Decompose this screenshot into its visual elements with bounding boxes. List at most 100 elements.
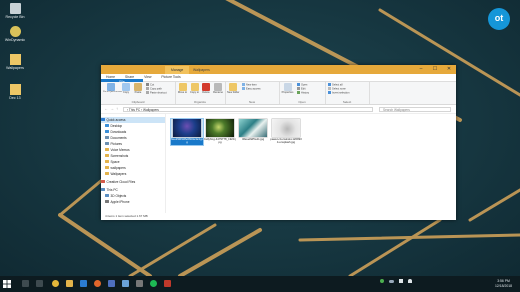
settings-icon[interactable] — [136, 280, 143, 287]
open-icon — [297, 83, 300, 86]
file-item[interactable]: bullyfrog-4479778_1920.jpg — [204, 119, 236, 145]
select-all-icon — [328, 83, 331, 86]
button-label: Rename — [213, 91, 223, 94]
file-item[interactable]: r0lavel9d5w11.jpg — [237, 119, 269, 141]
copy-icon — [122, 83, 130, 91]
copy-button[interactable]: Copy — [121, 83, 131, 94]
button-label: Move to — [177, 91, 188, 94]
task-view-icon[interactable] — [36, 280, 43, 287]
nav-label: Pictures — [110, 142, 123, 146]
move-to-button[interactable]: Move to — [177, 83, 188, 94]
app-icon — [9, 26, 21, 37]
chrome-icon[interactable] — [52, 280, 59, 287]
window-controls: – ☐ ✕ — [414, 65, 456, 74]
new-folder-button[interactable]: New folder — [227, 83, 239, 94]
desktop-icon-wallpapers[interactable]: Wallpapers — [2, 54, 28, 70]
close-button[interactable]: ✕ — [442, 65, 456, 74]
nav-item-wallpapers[interactable]: Wallpapers — [101, 171, 169, 177]
select-none-icon — [328, 87, 331, 90]
title-bar[interactable]: Manage Wallpapers – ☐ ✕ — [101, 65, 456, 74]
up-arrow-icon[interactable]: ↑ — [116, 105, 118, 113]
history-button[interactable]: History — [297, 91, 309, 95]
new-item-icon — [242, 83, 245, 86]
invert-selection-icon — [328, 91, 331, 94]
folder-icon — [9, 84, 21, 95]
onedrive-icon[interactable] — [388, 280, 394, 283]
copy-to-button[interactable]: Copy to — [189, 83, 200, 94]
nav-label: Downloads — [110, 130, 127, 134]
nav-label: This PC — [106, 188, 118, 192]
button-label: History — [301, 91, 310, 95]
invert-selection-button[interactable]: Invert selection — [328, 91, 349, 95]
folder-icon — [105, 166, 109, 170]
forward-arrow-icon[interactable]: → — [110, 105, 114, 113]
paste-button[interactable]: Paste — [133, 83, 143, 94]
file-item[interactable]: 6ee29fd9d8e06b0e3e3.jpg — [170, 118, 204, 146]
wifi-icon[interactable] — [407, 279, 412, 283]
spotify-icon[interactable] — [150, 280, 157, 287]
file-item[interactable]: pawel-czerwinski-1209934-unsplash.jpg — [270, 119, 302, 145]
nav-label: wallpapers — [110, 166, 126, 170]
file-explorer-window: Manage Wallpapers – ☐ ✕ File Home Share … — [101, 65, 456, 220]
mail-icon[interactable] — [80, 280, 87, 287]
nav-label: Documents — [110, 136, 127, 140]
star-icon — [101, 118, 105, 122]
tray-icons[interactable] — [380, 279, 412, 284]
button-label: Paste shortcut — [150, 91, 167, 95]
desktop: Recycle Bin WinDynamic Wallpapers Dec 13… — [0, 0, 520, 276]
search-icon[interactable] — [22, 280, 29, 287]
window-title: Wallpapers — [193, 68, 210, 72]
copy-to-icon — [190, 83, 199, 91]
button-label: Invert selection — [332, 91, 350, 95]
maximize-button[interactable]: ☐ — [428, 65, 442, 74]
desktop-icon-label: Recycle Bin — [5, 15, 25, 19]
file-explorer-icon[interactable] — [66, 280, 73, 287]
desktop-icon-recycle-bin[interactable]: Recycle Bin — [2, 3, 28, 19]
rename-icon — [214, 83, 222, 91]
recycle-bin-icon — [9, 3, 21, 14]
paste-shortcut-button[interactable]: Paste shortcut — [146, 91, 167, 95]
rename-button[interactable]: Rename — [212, 83, 224, 94]
photos-icon[interactable] — [122, 280, 129, 287]
back-arrow-icon[interactable]: ← — [104, 105, 108, 113]
properties-button[interactable]: Properties — [281, 83, 294, 94]
search-input[interactable]: Search Wallpapers — [379, 106, 451, 112]
brand-logo: ot — [488, 8, 510, 30]
image-thumbnail — [206, 119, 234, 137]
context-tab-manage[interactable]: Manage — [165, 66, 190, 74]
status-bar: 4 items 1 item selected 1.67 MB — [101, 213, 456, 220]
move-to-icon — [178, 83, 187, 91]
desktop-icon-label: Wallpapers — [6, 66, 24, 70]
minimize-button[interactable]: – — [414, 65, 428, 74]
desktop-icon-app[interactable]: WinDynamic — [2, 26, 28, 42]
volume-icon[interactable] — [398, 279, 403, 283]
cube-icon — [105, 194, 109, 198]
nav-item-apple-iphone[interactable]: Apple iPhone — [101, 199, 169, 205]
button-label: Paste — [134, 91, 142, 94]
firefox-icon[interactable] — [94, 280, 101, 287]
nav-item-creative-cloud[interactable]: Creative Cloud Files — [101, 179, 165, 185]
button-label: New folder — [227, 91, 240, 94]
file-name: pawel-czerwinski-1209934-unsplash.jpg — [270, 137, 302, 145]
clock[interactable]: 3:56 PM 12/18/2018 — [495, 279, 512, 288]
network-icon[interactable] — [380, 279, 384, 283]
app-icon[interactable] — [164, 280, 171, 287]
folder-icon — [105, 154, 109, 158]
image-thumbnail — [272, 119, 300, 137]
desktop-icon-dec13[interactable]: Dec 13 — [2, 84, 28, 100]
button-label: Copy to — [190, 91, 199, 94]
start-icon[interactable] — [3, 280, 11, 288]
folder-icon — [105, 172, 109, 176]
pin-icon — [107, 83, 115, 91]
tab-picture-tools[interactable]: Picture Tools — [156, 74, 185, 81]
pin-quick-access-button[interactable]: Pin to Quick access — [103, 83, 122, 94]
delete-button[interactable]: Delete — [201, 83, 211, 94]
button-label: Easy access — [246, 87, 261, 91]
store-icon[interactable] — [108, 280, 115, 287]
file-list: 6ee29fd9d8e06b0e3e3.jpg bullyfrog-447977… — [167, 114, 454, 213]
easy-access-button[interactable]: Easy access — [242, 87, 261, 91]
ribbon-tabs: File Home Share View Picture Tools — [101, 74, 456, 86]
paste-shortcut-icon — [146, 91, 149, 94]
address-bar[interactable]: › This PC › Wallpapers — [123, 106, 373, 112]
ribbon-group-clipboard: Pin to Quick access Copy Paste Cut Copy … — [101, 82, 176, 104]
